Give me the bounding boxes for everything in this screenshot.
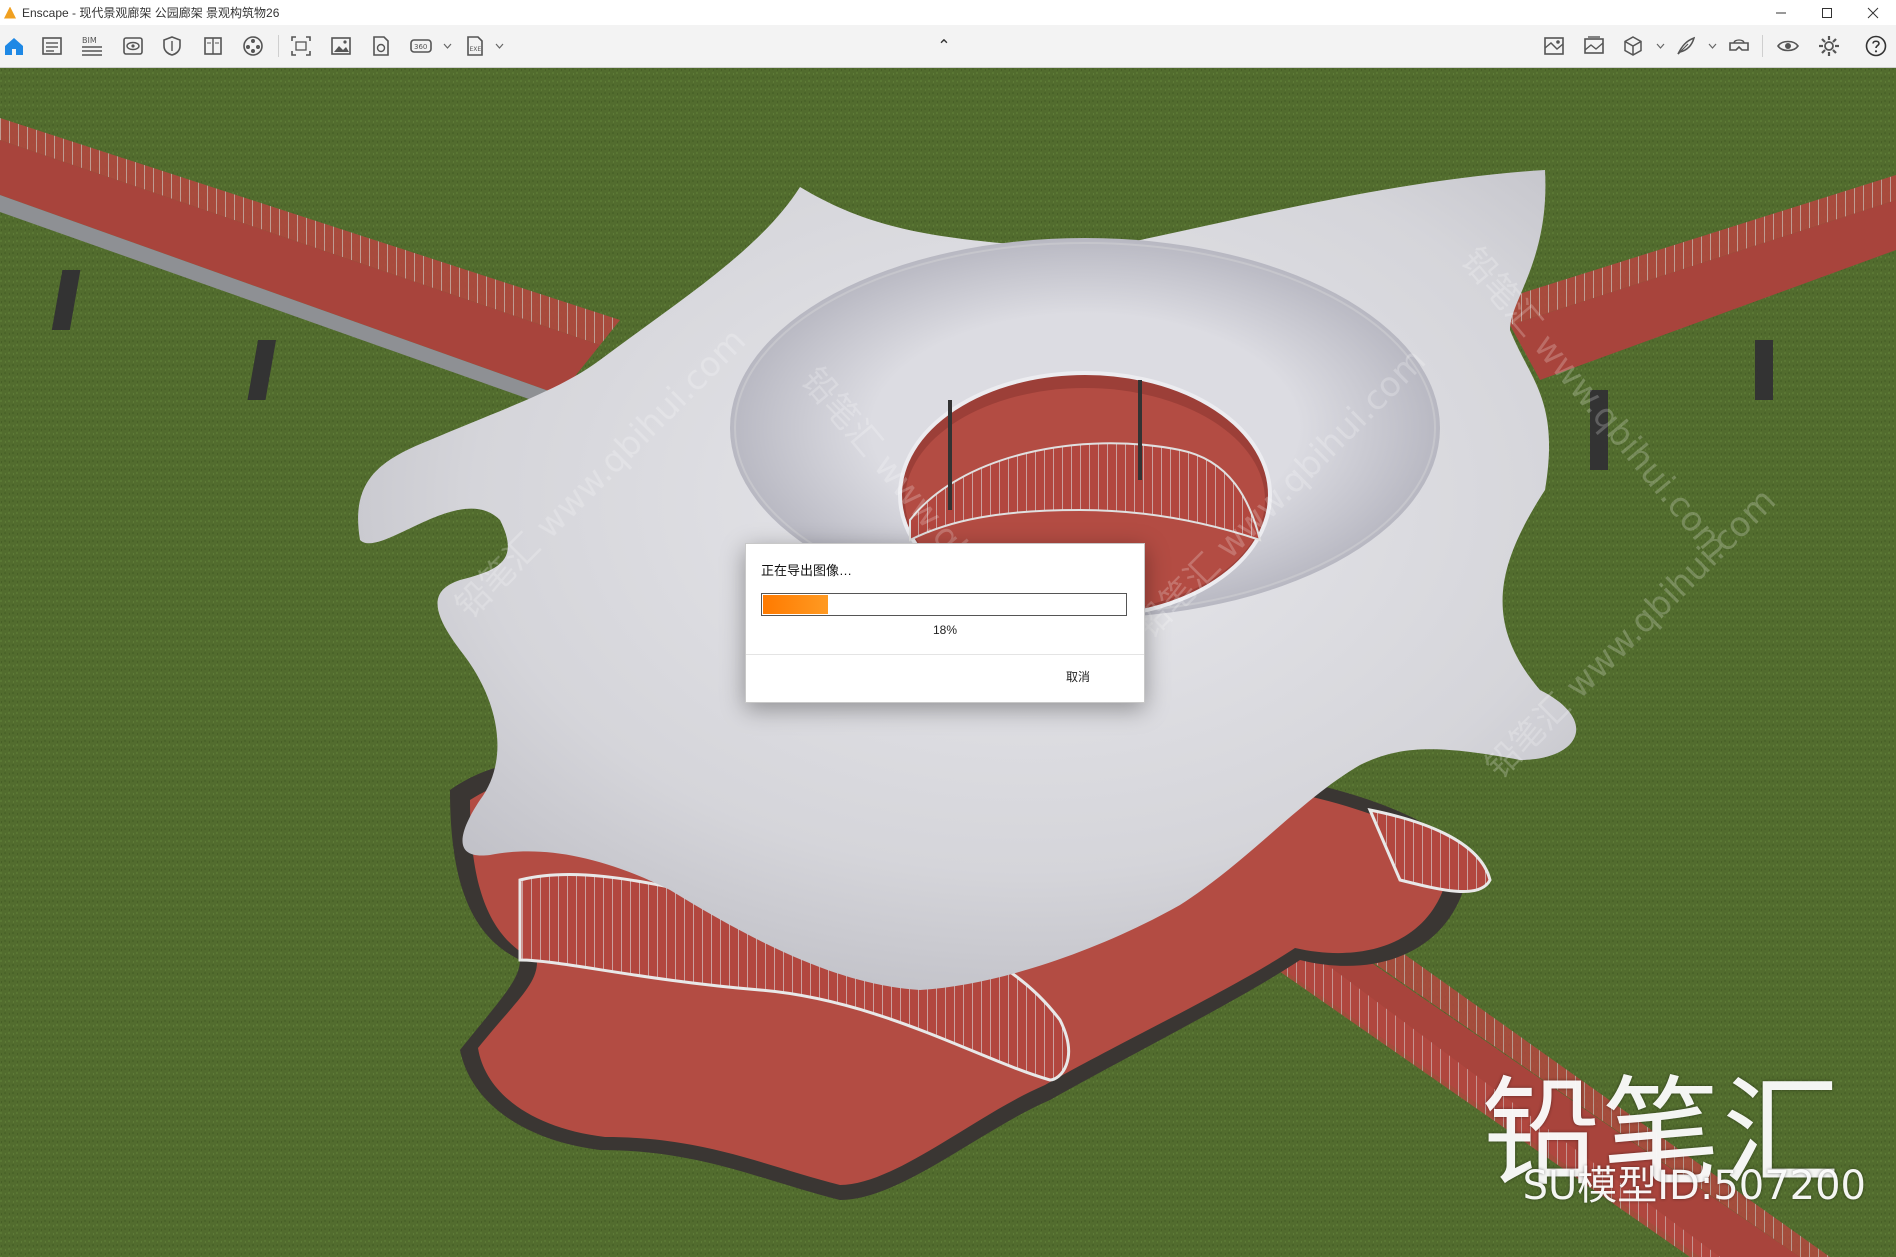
export-progress-bar	[761, 593, 1127, 616]
vr-360-icon: 360	[410, 39, 432, 53]
film-reel-button[interactable]	[240, 33, 266, 59]
cube-dropdown-chevron-icon[interactable]	[1655, 41, 1665, 51]
export-file-icon	[373, 36, 389, 56]
gallery-icon	[1584, 36, 1604, 54]
document-icon	[42, 37, 62, 55]
shield-button[interactable]	[159, 33, 185, 59]
cube-button[interactable]	[1620, 33, 1646, 59]
minimize-icon	[1776, 12, 1786, 13]
maximize-button[interactable]	[1804, 0, 1850, 25]
dialog-message: 正在导出图像…	[761, 563, 853, 578]
map-icon	[1544, 37, 1564, 55]
collapse-toolbar-chevron-icon[interactable]: ⌃	[934, 39, 954, 55]
image-icon	[331, 37, 351, 55]
book-icon	[204, 37, 222, 55]
progress-percent-label: 18%	[932, 623, 958, 637]
svg-text:EXE: EXE	[470, 46, 482, 53]
bim-button[interactable]: BIM	[79, 33, 105, 59]
screenshot-button[interactable]	[288, 33, 314, 59]
home-button[interactable]	[1, 33, 27, 59]
map-button[interactable]	[1541, 33, 1567, 59]
gallery-button[interactable]	[1581, 33, 1607, 59]
close-button[interactable]	[1850, 0, 1896, 25]
window-title: Enscape - 现代景观廊架 公园廊架 景观构筑物26	[22, 6, 280, 20]
svg-text:BIM: BIM	[82, 36, 97, 45]
film-reel-icon	[243, 36, 263, 56]
model-id-watermark: SU模型ID:507200	[1522, 1163, 1866, 1209]
settings-button[interactable]	[1816, 33, 1842, 59]
dialog-divider	[746, 654, 1144, 655]
vr-headset-button[interactable]	[1726, 33, 1752, 59]
cancel-button[interactable]: 取消	[1066, 668, 1090, 685]
export-progress-dialog: 正在导出图像… 18% 取消	[745, 543, 1145, 703]
screenshot-icon	[291, 36, 311, 56]
exe-export-button[interactable]: EXE	[462, 33, 488, 59]
home-icon	[5, 38, 23, 55]
feather-button[interactable]	[1673, 33, 1699, 59]
visibility-button[interactable]	[1775, 33, 1801, 59]
help-icon	[1865, 35, 1887, 57]
vr-360-dropdown-chevron-icon[interactable]	[442, 41, 452, 51]
shield-icon	[163, 36, 181, 56]
feather-icon	[1677, 36, 1696, 55]
title-bar: Enscape - 现代景观廊架 公园廊架 景观构筑物26	[0, 0, 1896, 25]
enscape-logo-icon	[4, 6, 16, 19]
image-button[interactable]	[328, 33, 354, 59]
svg-text:360: 360	[414, 43, 427, 51]
export-progress-fill	[763, 595, 828, 614]
feather-dropdown-chevron-icon[interactable]	[1707, 41, 1717, 51]
minimize-button[interactable]	[1758, 0, 1804, 25]
vr-360-button[interactable]: 360	[408, 33, 434, 59]
document-button[interactable]	[39, 33, 65, 59]
enscape-toolbar: BIM 360 EXE ⌃	[0, 25, 1896, 68]
settings-icon	[1819, 36, 1839, 56]
close-icon	[1867, 7, 1879, 18]
eye-view-icon	[123, 37, 143, 55]
bim-icon: BIM	[82, 36, 102, 56]
help-button[interactable]	[1863, 33, 1889, 59]
export-file-button[interactable]	[368, 33, 394, 59]
cube-icon	[1624, 36, 1642, 56]
eye-view-button[interactable]	[120, 33, 146, 59]
toolbar-divider	[278, 35, 279, 57]
exe-export-dropdown-chevron-icon[interactable]	[494, 41, 504, 51]
maximize-icon	[1822, 7, 1832, 18]
book-button[interactable]	[200, 33, 226, 59]
visibility-icon	[1777, 40, 1799, 52]
toolbar-divider	[1762, 35, 1763, 57]
exe-export-icon: EXE	[467, 36, 483, 56]
vr-headset-icon	[1729, 39, 1749, 51]
